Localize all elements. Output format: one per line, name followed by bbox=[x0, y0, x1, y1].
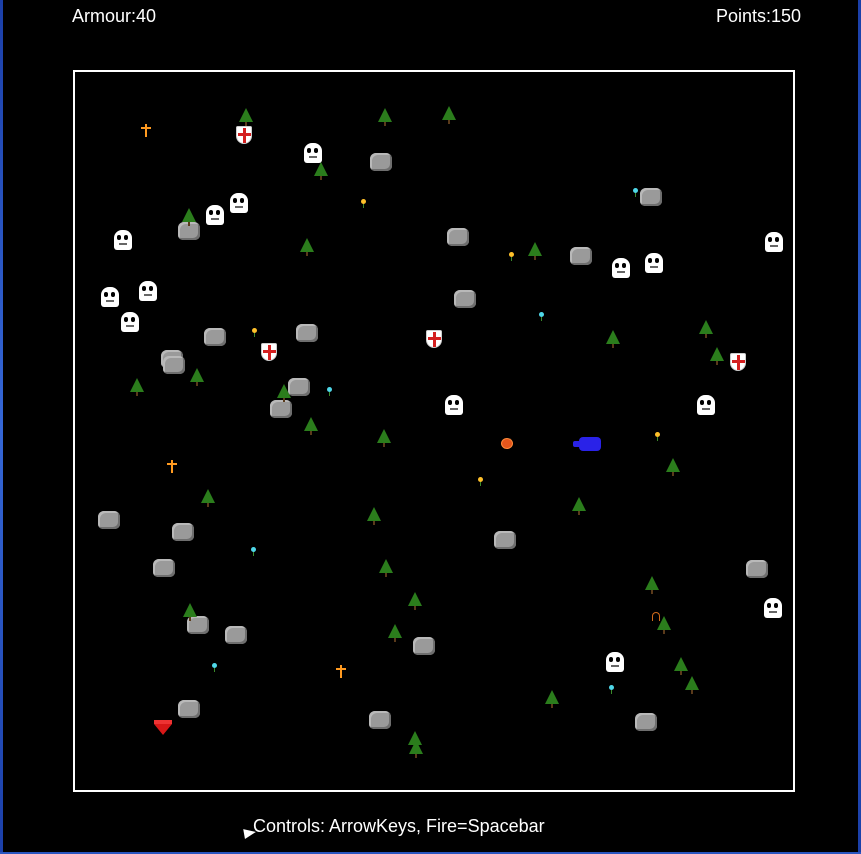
tree bbox=[699, 320, 713, 338]
cyan-flower bbox=[327, 387, 332, 396]
gem-pickup bbox=[154, 720, 172, 735]
cross-pickup bbox=[141, 124, 151, 137]
yellow-flower bbox=[478, 477, 483, 486]
rock bbox=[447, 228, 469, 246]
rock bbox=[178, 700, 200, 718]
ghost-enemy bbox=[445, 395, 463, 415]
shield-pickup bbox=[261, 343, 277, 361]
tree bbox=[239, 108, 253, 126]
ghost-enemy bbox=[139, 281, 157, 301]
cyan-flower bbox=[251, 547, 256, 556]
tree bbox=[182, 208, 196, 226]
rock bbox=[153, 559, 175, 577]
rock bbox=[413, 637, 435, 655]
cross-pickup bbox=[336, 665, 346, 678]
ghost-enemy bbox=[697, 395, 715, 415]
mouse-cursor-icon bbox=[243, 827, 257, 839]
tree bbox=[300, 238, 314, 256]
rock bbox=[163, 356, 185, 374]
tree bbox=[190, 368, 204, 386]
ghost-enemy bbox=[230, 193, 248, 213]
tree bbox=[183, 603, 197, 621]
controls-hint: Controls: ArrowKeys, Fire=Spacebar bbox=[253, 816, 545, 836]
tree bbox=[685, 676, 699, 694]
shield-pickup bbox=[730, 353, 746, 371]
yellow-flower bbox=[252, 328, 257, 337]
rock bbox=[370, 153, 392, 171]
ghost-enemy bbox=[101, 287, 119, 307]
rock bbox=[635, 713, 657, 731]
fireball bbox=[502, 439, 512, 448]
tree bbox=[377, 429, 391, 447]
tree bbox=[378, 108, 392, 126]
tree bbox=[409, 740, 423, 758]
rock bbox=[204, 328, 226, 346]
rock bbox=[225, 626, 247, 644]
player-ship bbox=[573, 437, 601, 451]
shield-pickup bbox=[426, 330, 442, 348]
ghost-enemy bbox=[114, 230, 132, 250]
window-frame-left bbox=[0, 0, 3, 854]
tree bbox=[572, 497, 586, 515]
tree bbox=[314, 162, 328, 180]
shield-pickup bbox=[236, 126, 252, 144]
rock bbox=[570, 247, 592, 265]
tree bbox=[367, 507, 381, 525]
ghost-enemy bbox=[765, 232, 783, 252]
ghost-enemy bbox=[612, 258, 630, 278]
armour-counter: Armour:40 bbox=[72, 6, 157, 26]
cyan-flower bbox=[212, 663, 217, 672]
tree bbox=[606, 330, 620, 348]
yellow-flower bbox=[361, 199, 366, 208]
tree bbox=[545, 690, 559, 708]
ghost-enemy bbox=[764, 598, 782, 618]
tree bbox=[528, 242, 542, 260]
tree bbox=[379, 559, 393, 577]
rock bbox=[640, 188, 662, 206]
tree bbox=[304, 417, 318, 435]
ghost-enemy bbox=[121, 312, 139, 332]
tree bbox=[408, 592, 422, 610]
tree bbox=[388, 624, 402, 642]
rock bbox=[288, 378, 310, 396]
ghost-enemy bbox=[304, 143, 322, 163]
cyan-flower bbox=[539, 312, 544, 321]
points-counter: Points:150 bbox=[715, 6, 801, 26]
ghost-enemy bbox=[606, 652, 624, 672]
rock bbox=[454, 290, 476, 308]
tree bbox=[674, 657, 688, 675]
rock bbox=[369, 711, 391, 729]
tree bbox=[442, 106, 456, 124]
tree bbox=[130, 378, 144, 396]
rock bbox=[494, 531, 516, 549]
tree bbox=[666, 458, 680, 476]
tree bbox=[710, 347, 724, 365]
yellow-flower bbox=[655, 432, 660, 441]
cross-pickup bbox=[167, 460, 177, 473]
hook-item bbox=[652, 612, 660, 621]
ghost-enemy bbox=[645, 253, 663, 273]
rock bbox=[746, 560, 768, 578]
cyan-flower bbox=[609, 685, 614, 694]
tree bbox=[645, 576, 659, 594]
rock bbox=[296, 324, 318, 342]
rock bbox=[98, 511, 120, 529]
tree bbox=[201, 489, 215, 507]
tree bbox=[277, 384, 291, 402]
ghost-enemy bbox=[206, 205, 224, 225]
rock bbox=[172, 523, 194, 541]
rock bbox=[270, 400, 292, 418]
yellow-flower bbox=[509, 252, 514, 261]
cyan-flower bbox=[633, 188, 638, 197]
